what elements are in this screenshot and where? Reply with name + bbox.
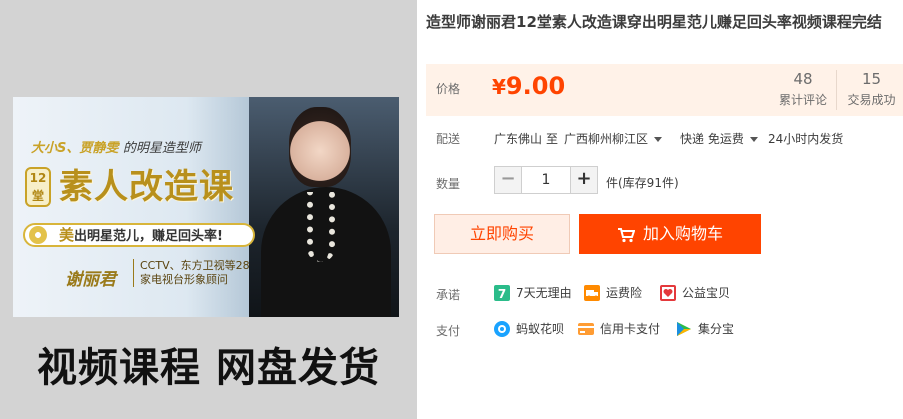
promise-charity-label: 公益宝贝 — [682, 286, 731, 300]
pay-huabei[interactable]: 蚂蚁花呗 — [494, 320, 564, 337]
promise-label: 承诺 — [436, 288, 461, 302]
sales-stat: 15 交易成功 — [836, 70, 903, 110]
promise-shipping-insurance-label: 运费险 — [606, 286, 643, 300]
quantity-input[interactable] — [521, 167, 571, 193]
price-label: 价格 — [436, 82, 461, 96]
quantity-decrease-button[interactable]: − — [495, 167, 521, 193]
buy-now-button[interactable]: 立即购买 — [434, 214, 570, 254]
banner-desc-line2: 家电视台形象顾问 — [140, 273, 228, 286]
price-amount: 9.00 — [505, 72, 566, 100]
truck-icon — [584, 284, 600, 301]
product-image[interactable]: 大小S、贾静雯 的明星造型师 12堂 素人改造课 美出明星范儿，赚足回头率! 谢… — [13, 97, 399, 317]
reviews-count: 48 — [793, 70, 813, 88]
pay-huabei-label: 蚂蚁花呗 — [516, 322, 565, 336]
banner-stylist-name: 谢丽君 — [65, 270, 116, 290]
quantity-stock: 件(库存91件) — [606, 176, 679, 190]
add-to-cart-label: 加入购物车 — [642, 224, 723, 243]
payment-row: 支付 蚂蚁花呗 信用卡支付 集分宝 — [426, 318, 903, 340]
sales-count: 15 — [861, 70, 882, 88]
ship-to-word: 至 — [546, 132, 559, 146]
ship-method: 快递 免运费 — [680, 132, 744, 146]
credit-card-icon — [578, 322, 594, 335]
chevron-down-icon — [654, 137, 663, 142]
ship-method-select[interactable]: 快递 免运费 — [680, 130, 758, 147]
banner-tagline: 大小S、贾静雯 的明星造型师 — [31, 137, 201, 156]
promise-shipping-insurance[interactable]: 运费险 — [584, 284, 642, 301]
svg-text:7: 7 — [498, 287, 506, 301]
jifenbao-icon — [677, 321, 691, 336]
shipping-label: 配送 — [436, 132, 461, 146]
payment-label: 支付 — [436, 324, 461, 338]
banner-tagline-names: 大小S、贾静雯 — [31, 141, 119, 156]
pay-jifenbao-label: 集分宝 — [698, 322, 735, 336]
huabei-icon — [494, 320, 510, 337]
price-panel: 价格 ¥9.00 48 累计评论 15 交易成功 — [426, 64, 903, 116]
seven-days-icon: 7 — [494, 284, 510, 301]
disc-icon — [29, 226, 47, 244]
banner-pill: 美出明星范儿，赚足回头率! — [23, 223, 255, 247]
banner-pill-text: 出明星范儿，赚足回头率! — [74, 229, 223, 244]
ship-from: 广东佛山 — [494, 132, 543, 146]
ship-time: 24小时内发货 — [768, 132, 844, 146]
ship-destination-select[interactable]: 广西柳州柳江区 — [564, 130, 663, 147]
shipping-row: 配送 广东佛山 至 广西柳州柳江区 快递 免运费 24小时内发货 — [426, 128, 903, 148]
quantity-row: 数量 − + 件(库存91件) — [426, 164, 903, 196]
price-value: ¥9.00 — [492, 72, 565, 100]
quantity-increase-button[interactable]: + — [571, 167, 597, 193]
promise-7day-label: 7天无理由 — [516, 286, 572, 300]
promise-7day[interactable]: 7 7天无理由 — [494, 284, 572, 301]
pay-credit-card-label: 信用卡支付 — [600, 322, 661, 336]
chevron-down-icon — [749, 137, 758, 142]
gallery-caption: 视频课程 网盘发货 — [37, 345, 380, 391]
product-title: 造型师谢丽君12堂素人改造课穿出明星范儿赚足回头率视频课程完结 — [426, 13, 882, 31]
promise-charity[interactable]: 公益宝贝 — [660, 284, 730, 301]
quantity-stepper: − + — [494, 166, 598, 194]
banner-tagline-suffix: 的明星造型师 — [122, 141, 201, 156]
product-gallery: 大小S、贾静雯 的明星造型师 12堂 素人改造课 美出明星范儿，赚足回头率! 谢… — [0, 0, 417, 419]
banner-desc-line1: CCTV、东方卫视等28 — [140, 259, 250, 272]
cart-icon — [617, 227, 635, 242]
model-photo — [249, 97, 399, 317]
pay-credit-card[interactable]: 信用卡支付 — [578, 320, 660, 337]
pay-jifenbao[interactable]: 集分宝 — [676, 320, 734, 337]
currency-symbol: ¥ — [492, 75, 506, 99]
quantity-label: 数量 — [436, 177, 461, 191]
model-necklace — [307, 192, 335, 262]
promise-row: 承诺 7 7天无理由 运费险 公益宝贝 — [426, 282, 903, 304]
reviews-stat[interactable]: 48 累计评论 — [768, 70, 838, 108]
banner-badge: 12堂 — [25, 167, 51, 207]
sales-label: 交易成功 — [847, 93, 896, 107]
add-to-cart-button[interactable]: 加入购物车 — [579, 214, 761, 254]
reviews-label: 累计评论 — [778, 93, 827, 107]
banner-pill-emphasis: 美 — [59, 226, 75, 244]
banner-headline: 素人改造课 — [59, 167, 234, 207]
model-face — [289, 107, 351, 187]
banner-stylist-desc: CCTV、东方卫视等28 家电视台形象顾问 — [133, 259, 250, 287]
heart-icon — [660, 284, 676, 301]
ship-destination: 广西柳州柳江区 — [564, 132, 649, 146]
